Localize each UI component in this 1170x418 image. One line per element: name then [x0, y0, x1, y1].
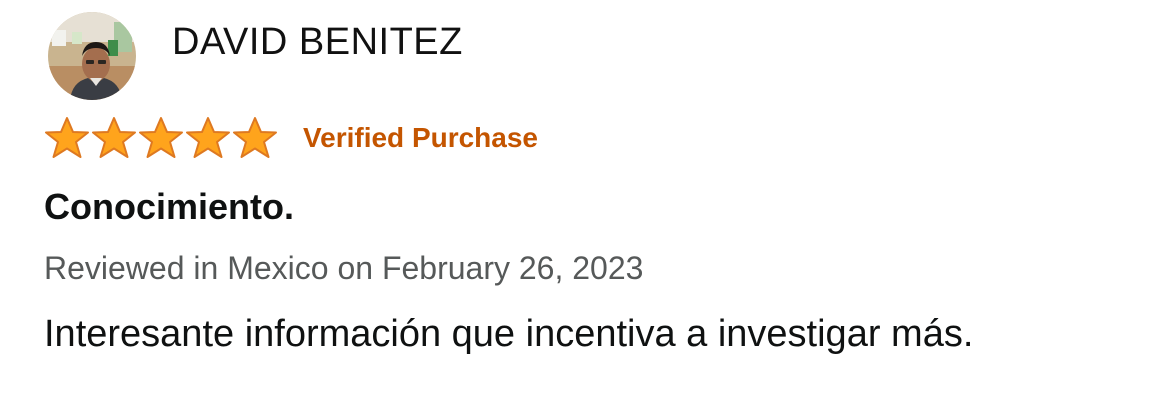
reviewer-profile[interactable]: DAVID BENITEZ — [48, 12, 463, 100]
star-icon — [138, 116, 184, 160]
review-body: Interesante información que incentiva a … — [44, 313, 974, 355]
rating-row: Verified Purchase — [44, 112, 538, 164]
reviewer-name[interactable]: DAVID BENITEZ — [172, 21, 463, 64]
star-icon — [185, 116, 231, 160]
star-icon — [91, 116, 137, 160]
person-photo-icon — [48, 12, 136, 100]
star-icon — [44, 116, 90, 160]
review-title: Conocimiento. — [44, 186, 294, 227]
star-rating[interactable] — [44, 116, 279, 160]
star-icon — [232, 116, 278, 160]
review-card: DAVID BENITEZ Verified Purchase Conocimi… — [0, 0, 1170, 418]
verified-purchase-badge: Verified Purchase — [303, 122, 539, 153]
avatar[interactable] — [48, 12, 136, 100]
review-date: Reviewed in Mexico on February 26, 2023 — [44, 250, 644, 286]
